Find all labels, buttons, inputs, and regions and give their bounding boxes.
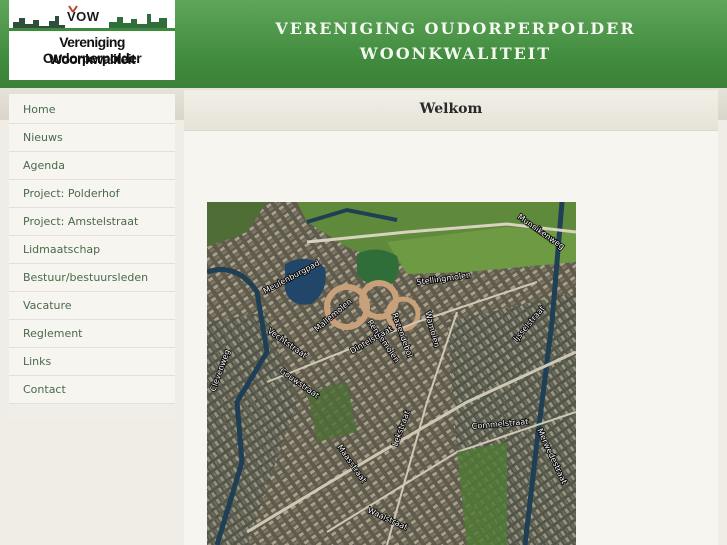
sidebar-item-label: Vacature: [23, 299, 72, 312]
sidebar-item-label: Links: [23, 355, 52, 368]
sidebar-item-label: Project: Polderhof: [23, 187, 120, 200]
sidebar-item-label: Lidmaatschap: [23, 243, 101, 256]
sidebar-item-agenda[interactable]: Agenda: [9, 152, 175, 180]
sidebar-item-label: Home: [23, 103, 56, 116]
page-title: Welkom: [419, 101, 483, 117]
sidebar-item-project-polderhof[interactable]: Project: Polderhof: [9, 180, 175, 208]
sidebar-item-label: Agenda: [23, 159, 65, 172]
sidebar-item-vacature[interactable]: Vacature: [9, 292, 175, 320]
logo-abbreviation: VOW: [67, 9, 100, 24]
logo-text-line2: Woonkwaliteit: [48, 51, 136, 67]
sidebar-item-label: Reglement: [23, 327, 83, 340]
main-content: Welkom Munnikenweg Stellingmolen Meulenb…: [184, 90, 718, 545]
sidebar-item-nieuws[interactable]: Nieuws: [9, 124, 175, 152]
site-title-line2: WOONKWALITEIT: [359, 44, 552, 63]
sidebar-item-reglement[interactable]: Reglement: [9, 320, 175, 348]
page-right-margin: [718, 120, 727, 545]
site-title: VERENIGING OUDORPERPOLDER WOONKWALITEIT: [184, 16, 727, 66]
sidebar-item-lidmaatschap[interactable]: Lidmaatschap: [9, 236, 175, 264]
main-header: Welkom: [184, 90, 718, 131]
site-logo[interactable]: VOW Vereniging Oudorperpolder Woonkwalit…: [9, 0, 175, 80]
sidebar-item-home[interactable]: Home: [9, 96, 175, 124]
sidebar-item-bestuur[interactable]: Bestuur/bestuursleden: [9, 264, 175, 292]
sidebar-item-project-amstelstraat[interactable]: Project: Amstelstraat: [9, 208, 175, 236]
sidebar-item-label: Project: Amstelstraat: [23, 215, 139, 228]
sidebar-nav: Home Nieuws Agenda Project: Polderhof Pr…: [9, 94, 175, 420]
sidebar-item-links[interactable]: Links: [9, 348, 175, 376]
sidebar-item-label: Nieuws: [23, 131, 63, 144]
site-title-line1: VERENIGING OUDORPERPOLDER: [275, 19, 636, 38]
sidebar-item-label: Contact: [23, 383, 66, 396]
sidebar-item-contact[interactable]: Contact: [9, 376, 175, 404]
sidebar-item-label: Bestuur/bestuursleden: [23, 271, 149, 284]
aerial-map-image: Munnikenweg Stellingmolen Meulenburgpad …: [207, 202, 576, 545]
sidebar-footer: [9, 404, 175, 420]
